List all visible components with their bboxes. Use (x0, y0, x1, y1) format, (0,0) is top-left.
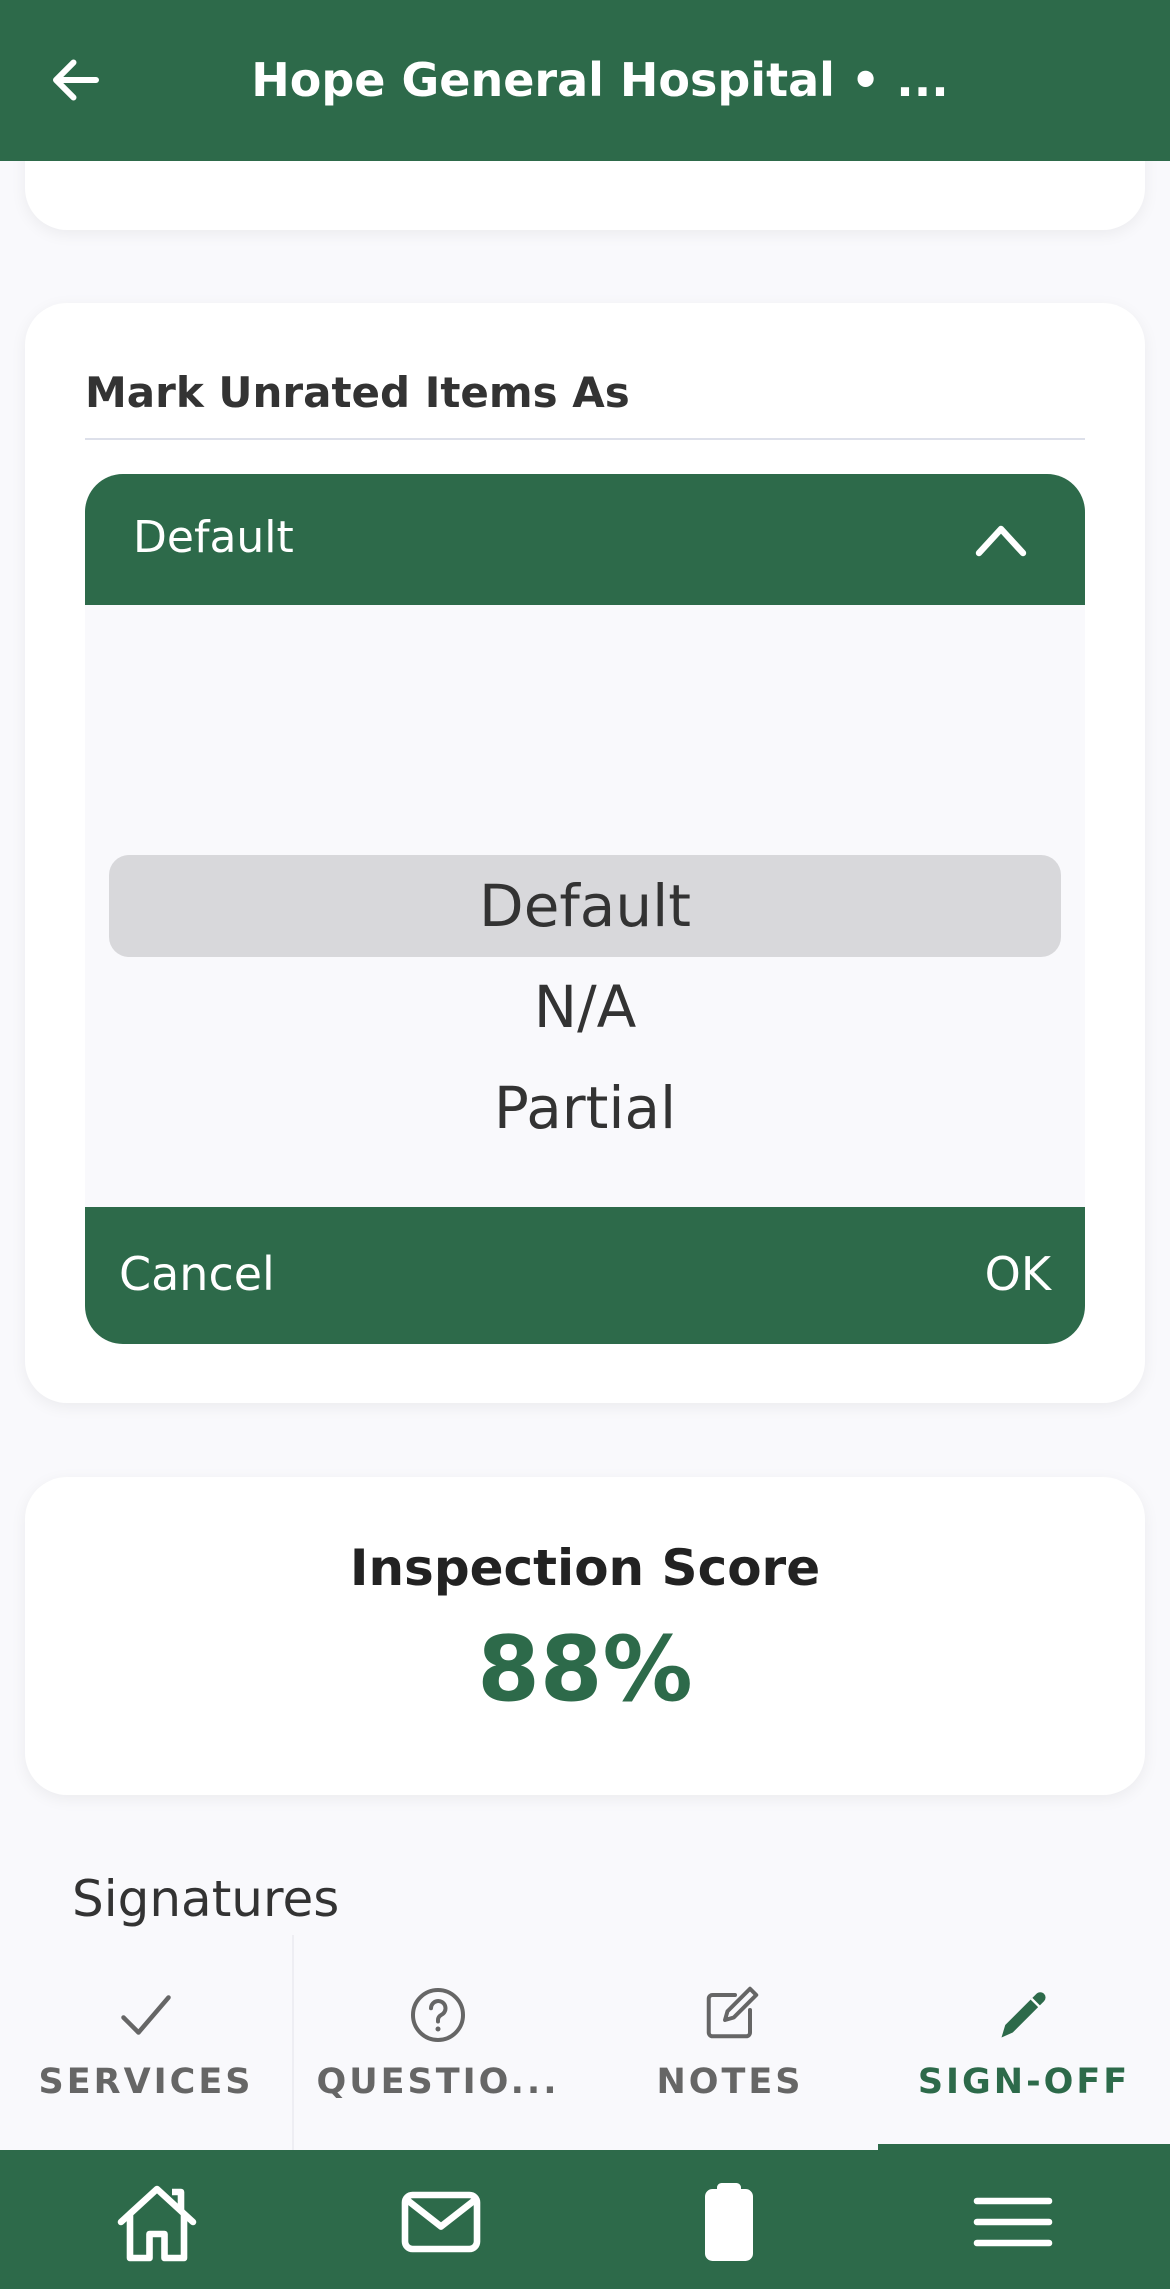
cancel-button[interactable]: Cancel (119, 1247, 275, 1301)
picker-option-default[interactable]: Default (85, 856, 1085, 956)
score-value: 88% (477, 1617, 693, 1722)
check-icon (121, 1995, 171, 2035)
tab-label: SIGN-OFF (917, 2062, 1131, 2102)
picker-option-partial[interactable]: Partial (85, 1058, 1085, 1158)
ok-button[interactable]: OK (985, 1247, 1051, 1301)
section-title: Mark Unrated Items As (85, 368, 630, 417)
dropdown-header[interactable]: Default (85, 474, 1085, 605)
mark-unrated-card: Mark Unrated Items As Default Default N/… (25, 303, 1145, 1403)
tab-questions[interactable]: QUESTIO... (292, 1935, 584, 2150)
home-icon[interactable] (112, 2180, 202, 2264)
section-tabs: SERVICES QUESTIO... NOTES SIGN-OFF (0, 1935, 1170, 2150)
mail-icon[interactable] (396, 2180, 486, 2264)
menu-icon[interactable] (968, 2180, 1058, 2264)
bottom-navigation (0, 2150, 1170, 2289)
tab-label: QUESTIO... (316, 2062, 560, 2102)
dropdown-footer: Cancel OK (85, 1207, 1085, 1344)
option-picker[interactable]: Default N/A Partial (85, 605, 1085, 1207)
inspection-score-card: Inspection Score 88% (25, 1477, 1145, 1795)
picker-option-na[interactable]: N/A (85, 957, 1085, 1057)
signatures-heading: Signatures (72, 1870, 340, 1928)
tab-sign-off[interactable]: SIGN-OFF (878, 1935, 1170, 2150)
app-header: Hope General Hospital • ... (0, 0, 1170, 161)
tab-notes[interactable]: NOTES (584, 1935, 876, 2150)
dropdown-selected-value: Default (133, 512, 294, 563)
question-circle-icon (411, 1988, 465, 2042)
tab-label: SERVICES (38, 2062, 254, 2102)
score-label: Inspection Score (349, 1539, 821, 1597)
page-title: Hope General Hospital • ... (251, 53, 949, 107)
arrow-left-icon[interactable] (46, 50, 106, 110)
chevron-up-icon[interactable] (973, 519, 1029, 559)
clipboard-icon[interactable] (684, 2180, 774, 2264)
pencil-icon (1001, 1992, 1046, 2038)
tab-label: NOTES (656, 2062, 804, 2102)
mark-unrated-dropdown: Default Default N/A Partial Cancel OK (85, 474, 1085, 1344)
edit-note-icon (706, 1986, 759, 2039)
tab-services[interactable]: SERVICES (0, 1935, 292, 2150)
divider (85, 438, 1085, 440)
